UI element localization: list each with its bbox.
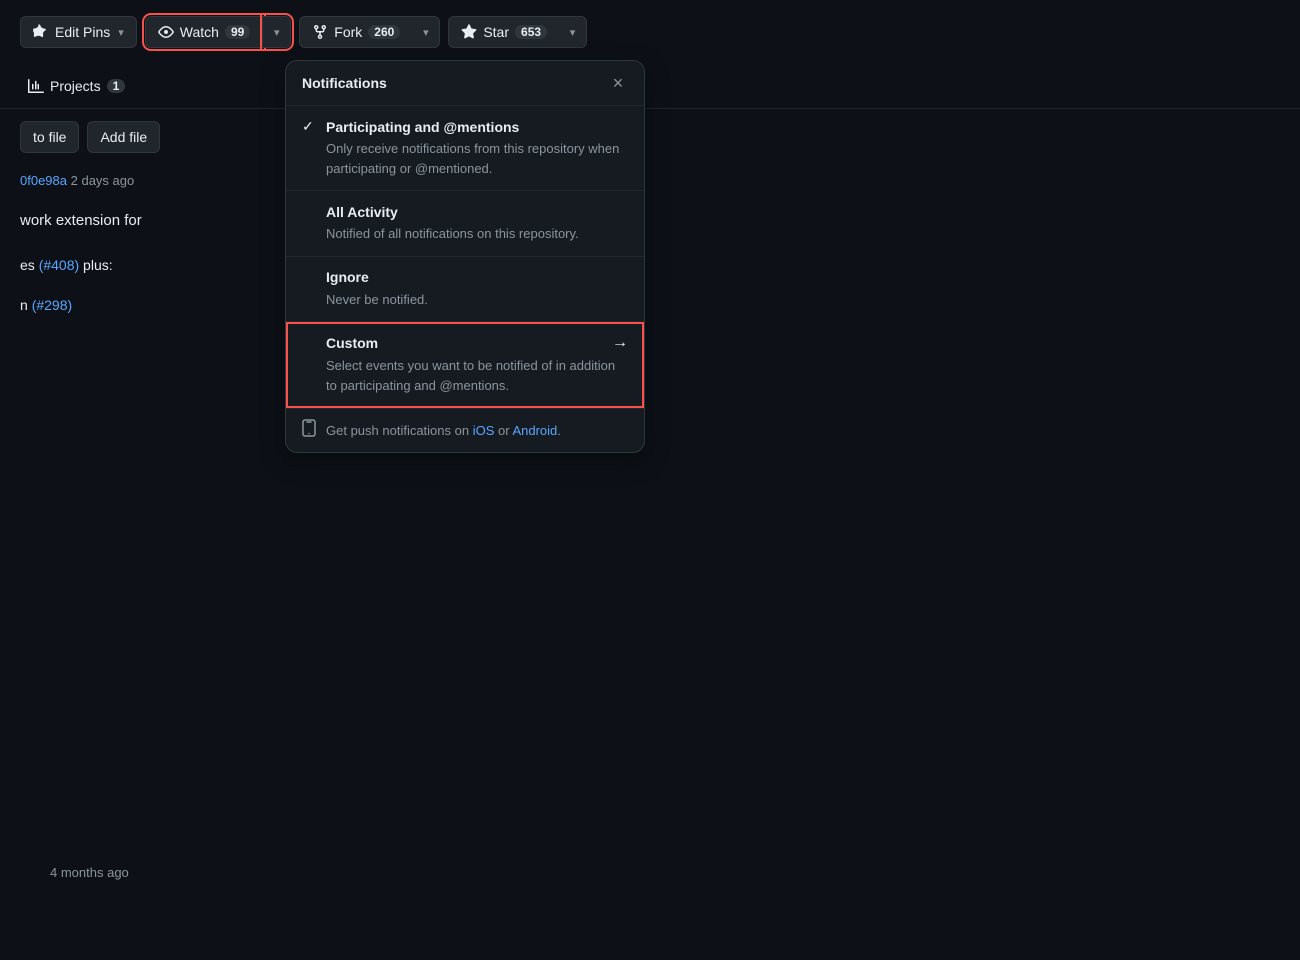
item-title-ignore: Ignore: [326, 269, 369, 285]
dropdown-title: Notifications: [302, 75, 387, 91]
link-408[interactable]: (#408): [39, 257, 79, 273]
projects-icon: [28, 78, 44, 94]
watch-button[interactable]: Watch 99: [145, 16, 264, 48]
edit-pins-button[interactable]: Edit Pins ▾: [20, 16, 137, 48]
add-file-button[interactable]: Add file: [87, 121, 160, 153]
sidebar-suffix-1: plus:: [83, 257, 113, 273]
push-notifications-section: Get push notifications on iOS or Android…: [286, 408, 644, 452]
projects-label: Projects: [50, 78, 101, 94]
star-count: 653: [515, 25, 547, 39]
item-desc-participating: Only receive notifications from this rep…: [302, 139, 628, 178]
item-title-all-activity: All Activity: [326, 204, 398, 220]
main-content: work extension for: [0, 196, 1300, 245]
dropdown-item-ignore[interactable]: ✓ Ignore Never be notified.: [286, 257, 644, 323]
item-desc-custom: Select events you want to be notified of…: [302, 356, 628, 395]
star-button-group: Star 653 ▾: [448, 16, 587, 48]
go-to-file-button[interactable]: to file: [20, 121, 79, 153]
item-header-ignore: ✓ Ignore: [302, 269, 628, 286]
push-text: Get push notifications on iOS or Android…: [326, 423, 561, 438]
commit-hash[interactable]: 0f0e98a: [20, 173, 67, 188]
star-dropdown-button[interactable]: ▾: [559, 16, 587, 48]
months-ago-text: 4 months ago: [50, 865, 129, 880]
watch-count: 99: [225, 25, 250, 39]
check-participating: ✓: [302, 118, 318, 135]
dropdown-header: Notifications ×: [286, 61, 644, 106]
edit-pins-label: Edit Pins: [55, 24, 110, 40]
projects-nav-item[interactable]: Projects 1: [20, 72, 133, 100]
item-header-all-activity: ✓ All Activity: [302, 203, 628, 220]
eye-icon: [158, 24, 174, 40]
fork-label: Fork: [334, 24, 362, 40]
bottom-content: es (#408) plus:: [0, 245, 1300, 285]
bottom-content-2: n (#298): [0, 285, 1300, 325]
item-title-custom: Custom: [326, 335, 378, 351]
sidebar-prefix-2: n: [20, 297, 32, 313]
star-button[interactable]: Star 653: [448, 16, 559, 48]
commit-time: 2 days ago: [71, 173, 135, 188]
toolbar: Edit Pins ▾ Watch 99 ▾ Fork 260 ▾: [0, 0, 1300, 64]
file-area: to file Add file: [0, 109, 1300, 165]
item-title-participating: Participating and @mentions: [326, 119, 519, 135]
close-dropdown-button[interactable]: ×: [608, 73, 628, 93]
item-header-custom: ✓ Custom →: [302, 334, 628, 352]
item-desc-all-activity: Notified of all notifications on this re…: [302, 224, 628, 244]
notifications-dropdown: Notifications × ✓ Participating and @men…: [285, 60, 645, 453]
pin-icon: [33, 24, 49, 40]
watch-label: Watch: [180, 24, 219, 40]
custom-arrow-icon: →: [612, 334, 628, 352]
background-text: work extension for: [20, 212, 142, 229]
android-link[interactable]: Android: [512, 423, 557, 438]
fork-button-group: Fork 260 ▾: [299, 16, 440, 48]
link-298[interactable]: (#298): [32, 297, 72, 313]
fork-icon: [312, 24, 328, 40]
watch-dropdown-button[interactable]: ▾: [263, 16, 291, 48]
edit-pins-chevron: ▾: [118, 26, 124, 39]
watch-button-group: Watch 99 ▾: [145, 16, 292, 48]
item-desc-ignore: Never be notified.: [302, 290, 628, 310]
fork-count: 260: [368, 25, 400, 39]
phone-icon: [302, 419, 316, 442]
star-label: Star: [483, 24, 509, 40]
add-file-label: Add file: [100, 129, 147, 145]
ios-link[interactable]: iOS: [473, 423, 495, 438]
projects-count: 1: [107, 79, 126, 93]
dropdown-item-participating[interactable]: ✓ Participating and @mentions Only recei…: [286, 106, 644, 191]
star-icon: [461, 24, 477, 40]
go-to-file-label: to file: [33, 129, 66, 145]
dropdown-item-custom[interactable]: ✓ Custom → Select events you want to be …: [286, 322, 644, 408]
commit-info: 0f0e98a 2 days ago: [0, 165, 1300, 196]
secondary-nav: Projects 1: [0, 64, 1300, 109]
sidebar-prefix-1: es: [20, 257, 39, 273]
dropdown-item-all-activity[interactable]: ✓ All Activity Notified of all notificat…: [286, 191, 644, 257]
item-header-participating: ✓ Participating and @mentions: [302, 118, 628, 135]
fork-button[interactable]: Fork 260: [299, 16, 412, 48]
fork-dropdown-button[interactable]: ▾: [412, 16, 440, 48]
